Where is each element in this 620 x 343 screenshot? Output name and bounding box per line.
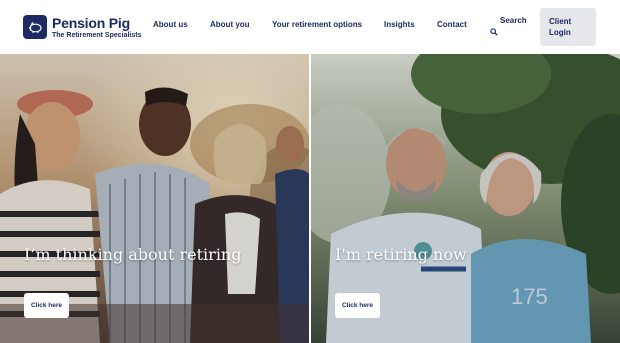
- brand-name: Pension Pig: [52, 14, 130, 31]
- panel-title-thinking: I’m thinking about retiring: [24, 245, 242, 264]
- click-here-button-retiring[interactable]: Click here: [335, 293, 380, 318]
- login-label-line1: Client: [549, 17, 572, 26]
- click-here-button-thinking[interactable]: Click here: [24, 293, 69, 318]
- pig-icon: [23, 15, 47, 39]
- brand-logo[interactable]: Pension Pig The Retirement Specialists: [23, 15, 141, 39]
- search-button[interactable]: Search: [490, 16, 530, 40]
- nav-item-insights[interactable]: Insights: [384, 20, 415, 29]
- panel-title-retiring: I'm retiring now: [335, 245, 467, 264]
- hero-panel-retiring[interactable]: 175 I'm retiring now Click here: [311, 54, 620, 343]
- search-icon: [490, 28, 498, 36]
- nav-item-contact[interactable]: Contact: [437, 20, 467, 29]
- hero-panel-thinking[interactable]: I’m thinking about retiring Click here: [0, 54, 309, 343]
- site-header: Pension Pig The Retirement Specialists A…: [0, 0, 620, 54]
- client-login-button[interactable]: Client Login: [540, 8, 596, 46]
- login-label-line2: Login: [549, 28, 571, 37]
- nav-item-retirement-options[interactable]: Your retirement options: [272, 20, 362, 29]
- nav-item-about-us[interactable]: About us: [153, 20, 188, 29]
- nav-item-about-you[interactable]: About you: [210, 20, 250, 29]
- search-label: Search: [500, 16, 527, 25]
- brand-tagline: The Retirement Specialists: [52, 31, 142, 39]
